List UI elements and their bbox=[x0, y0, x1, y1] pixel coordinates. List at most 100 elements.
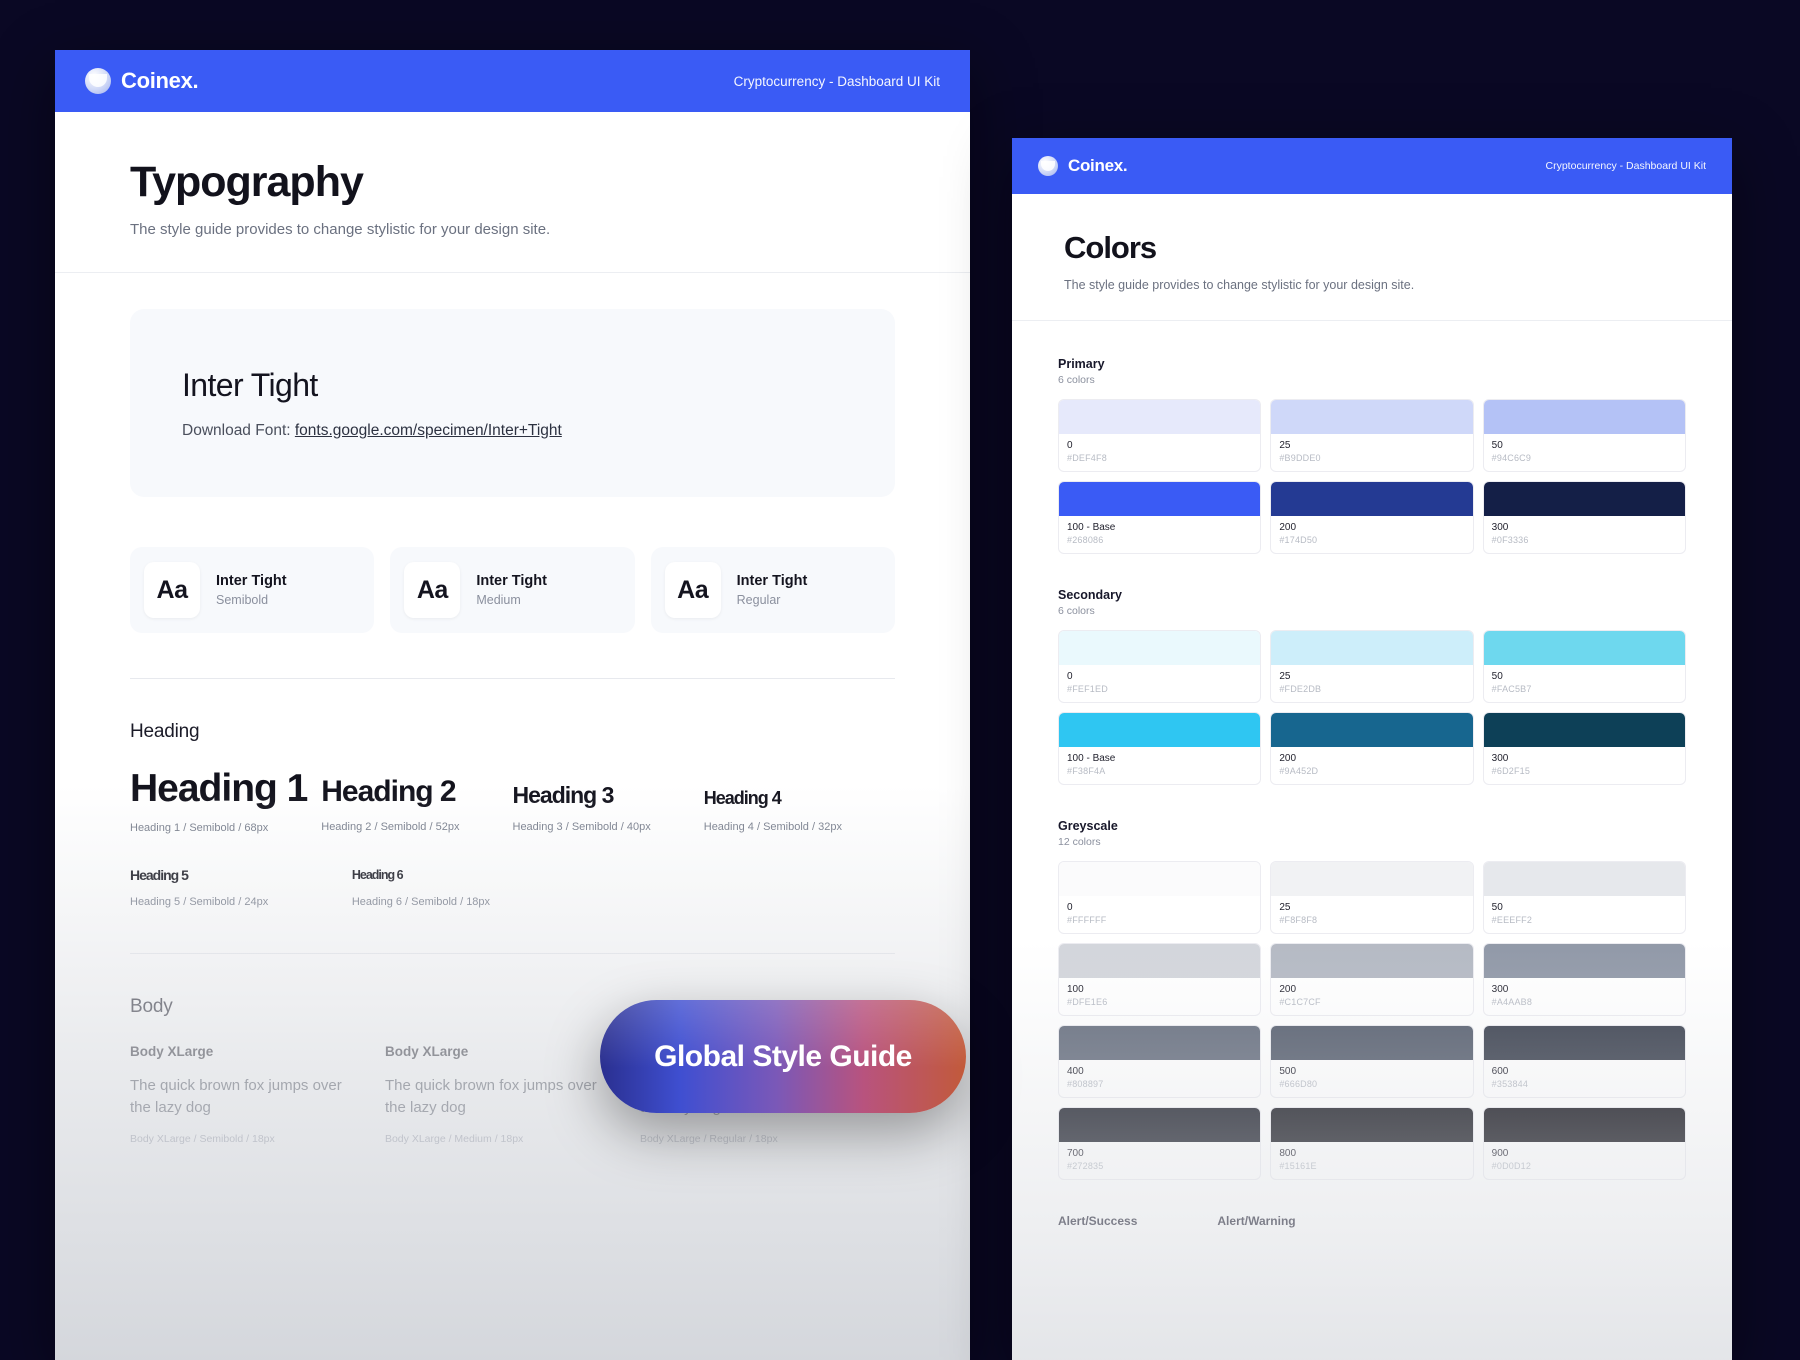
color-swatch[interactable]: 300 #6D2F15 bbox=[1482, 712, 1686, 785]
swatch-chip bbox=[1059, 631, 1261, 665]
swatch-step: 200 bbox=[1279, 753, 1297, 764]
swatch-step: 900 bbox=[1491, 1148, 1509, 1159]
font-specimen-card[interactable]: Aa Inter Tight Semibold bbox=[130, 547, 375, 633]
swatch-hex: #9A452D bbox=[1279, 766, 1319, 776]
font-specimen-card[interactable]: Aa Inter Tight Regular bbox=[650, 547, 895, 633]
swatch-hex: #6D2F15 bbox=[1491, 766, 1531, 776]
font-specimen-card[interactable]: Aa Inter Tight Medium bbox=[390, 547, 635, 633]
page-title: Typography bbox=[130, 158, 364, 206]
color-swatch[interactable]: 200 #C1C7CF bbox=[1270, 943, 1474, 1016]
color-swatch[interactable]: 100 - Base #268086 bbox=[1058, 481, 1262, 554]
global-style-guide-pill[interactable]: Global Style Guide bbox=[600, 1000, 966, 1113]
screenshot-stage: Coinex. Cryptocurrency - Dashboard UI Ki… bbox=[0, 0, 1800, 1360]
swatch-step: 100 - Base bbox=[1067, 522, 1116, 533]
swatch-info: 900 #0D0D12 bbox=[1484, 1142, 1685, 1179]
brand: Coinex. bbox=[85, 68, 199, 94]
heading-grid-row2: Heading 5 Heading 5 / Semibold / 24px He… bbox=[130, 868, 895, 908]
swatch-hex: #DEF4F8 bbox=[1067, 453, 1107, 463]
color-swatch[interactable]: 0 #DEF4F8 bbox=[1058, 399, 1262, 472]
swatch-info: 25 #F8F8F8 bbox=[1271, 896, 1472, 933]
swatch-step: 100 bbox=[1067, 984, 1084, 995]
heading-section-label: Heading bbox=[130, 721, 200, 742]
color-group-name: Secondary bbox=[1058, 588, 1122, 602]
swatch-step: 200 bbox=[1279, 522, 1297, 533]
swatch-step: 25 bbox=[1279, 671, 1291, 682]
swatch-hex: #0F3336 bbox=[1491, 535, 1529, 545]
color-swatch[interactable]: 200 #174D50 bbox=[1270, 481, 1474, 554]
heading-item: Heading 5 Heading 5 / Semibold / 24px bbox=[130, 868, 352, 908]
aa-glyph: Aa bbox=[664, 562, 721, 618]
swatch-step: 200 bbox=[1279, 984, 1297, 995]
color-swatch[interactable]: 700 #272835 bbox=[1058, 1107, 1262, 1180]
color-swatch[interactable]: 800 #15161E bbox=[1270, 1107, 1474, 1180]
specimen-font-weight: Semibold bbox=[216, 593, 269, 607]
font-download-link[interactable]: fonts.google.com/specimen/Inter+Tight bbox=[295, 422, 562, 439]
color-swatch[interactable]: 400 #808897 bbox=[1058, 1025, 1262, 1098]
swatch-step: 25 bbox=[1279, 440, 1291, 451]
body-sample: The quick brown fox jumps over the lazy … bbox=[384, 1077, 597, 1116]
swatch-chip bbox=[1271, 713, 1473, 747]
kit-label: Cryptocurrency - Dashboard UI Kit bbox=[733, 73, 940, 89]
swatch-step: 25 bbox=[1279, 902, 1291, 913]
color-swatch[interactable]: 600 #353844 bbox=[1482, 1025, 1686, 1098]
swatch-hex: #F38F4A bbox=[1067, 766, 1106, 776]
color-swatch[interactable]: 200 #9A452D bbox=[1270, 712, 1474, 785]
aa-glyph: Aa bbox=[144, 562, 200, 618]
typography-header: Typography The style guide provides to c… bbox=[55, 112, 970, 272]
coinex-logo-icon bbox=[1038, 156, 1058, 176]
color-swatch[interactable]: 50 #94C6C9 bbox=[1482, 399, 1686, 472]
swatch-chip bbox=[1271, 400, 1473, 434]
color-swatch[interactable]: 300 #A4AAB8 bbox=[1482, 943, 1686, 1016]
swatch-chip bbox=[1271, 631, 1473, 665]
swatch-info: 200 #9A452D bbox=[1271, 747, 1472, 784]
swatch-info: 50 #EEEFF2 bbox=[1484, 896, 1685, 933]
color-swatch[interactable]: 0 #FEF1ED bbox=[1058, 630, 1262, 703]
swatch-hex: #A4AAB8 bbox=[1491, 997, 1533, 1007]
color-swatch[interactable]: 500 #666D80 bbox=[1270, 1025, 1474, 1098]
swatch-info: 50 #FAC5B7 bbox=[1484, 665, 1685, 702]
swatch-step: 400 bbox=[1067, 1066, 1084, 1077]
color-swatch[interactable]: 0 #FFFFFF bbox=[1058, 861, 1262, 934]
swatch-info: 500 #666D80 bbox=[1271, 1060, 1472, 1097]
heading-item: Heading 2 Heading 2 / Semibold / 52px bbox=[321, 769, 512, 834]
color-swatch[interactable]: 50 #EEEFF2 bbox=[1482, 861, 1686, 934]
swatch-step: 0 bbox=[1067, 671, 1073, 682]
color-swatch[interactable]: 100 #DFE1E6 bbox=[1058, 943, 1262, 1016]
swatch-hex: #666D80 bbox=[1279, 1079, 1318, 1089]
heading-item: Heading 6 Heading 6 / Semibold / 18px bbox=[352, 868, 574, 908]
body-name: Body XLarge bbox=[384, 1044, 469, 1059]
swatch-chip bbox=[1483, 713, 1685, 747]
heading-meta: Heading 5 / Semibold / 24px bbox=[130, 896, 269, 908]
heading-sample: Heading 2 bbox=[321, 775, 456, 808]
swatch-hex: #C1C7CF bbox=[1279, 997, 1321, 1007]
font-download-line: Download Font: fonts.google.com/specimen… bbox=[182, 422, 843, 440]
alert-row: Alert/Success Alert/Warning bbox=[1058, 1214, 1686, 1228]
body-meta: Body XLarge / Medium / 18px bbox=[384, 1132, 524, 1145]
swatch-chip bbox=[1271, 944, 1473, 978]
color-swatch[interactable]: 25 #F8F8F8 bbox=[1270, 861, 1474, 934]
color-swatch[interactable]: 900 #0D0D12 bbox=[1482, 1107, 1686, 1180]
font-download-prefix: Download Font: bbox=[182, 421, 295, 439]
color-swatch[interactable]: 25 #FDE2DB bbox=[1270, 630, 1474, 703]
swatch-hex: #B9DDE0 bbox=[1279, 453, 1321, 463]
heading-meta: Heading 2 / Semibold / 52px bbox=[321, 821, 460, 833]
color-swatch[interactable]: 300 #0F3336 bbox=[1482, 481, 1686, 554]
swatch-chip bbox=[1483, 482, 1685, 516]
swatch-chip bbox=[1059, 1026, 1261, 1060]
body-item: Body XLarge The quick brown fox jumps ov… bbox=[130, 1044, 385, 1145]
color-swatch[interactable]: 25 #B9DDE0 bbox=[1270, 399, 1474, 472]
body-sample: The quick brown fox jumps over the lazy … bbox=[130, 1077, 342, 1116]
swatch-hex: #FDE2DB bbox=[1279, 684, 1322, 694]
color-swatch[interactable]: 50 #FAC5B7 bbox=[1482, 630, 1686, 703]
swatch-info: 25 #FDE2DB bbox=[1271, 665, 1472, 702]
color-swatch[interactable]: 100 - Base #F38F4A bbox=[1058, 712, 1262, 785]
swatch-info: 25 #B9DDE0 bbox=[1271, 434, 1472, 471]
swatch-info: 200 #174D50 bbox=[1271, 516, 1472, 553]
swatch-chip bbox=[1059, 713, 1261, 747]
swatch-hex: #272835 bbox=[1067, 1161, 1104, 1171]
swatch-info: 0 #FFFFFF bbox=[1059, 896, 1260, 933]
swatch-chip bbox=[1271, 1026, 1473, 1060]
swatch-step: 0 bbox=[1067, 902, 1073, 913]
color-group-name: Greyscale bbox=[1058, 819, 1118, 833]
specimen-font-weight: Medium bbox=[476, 593, 521, 607]
